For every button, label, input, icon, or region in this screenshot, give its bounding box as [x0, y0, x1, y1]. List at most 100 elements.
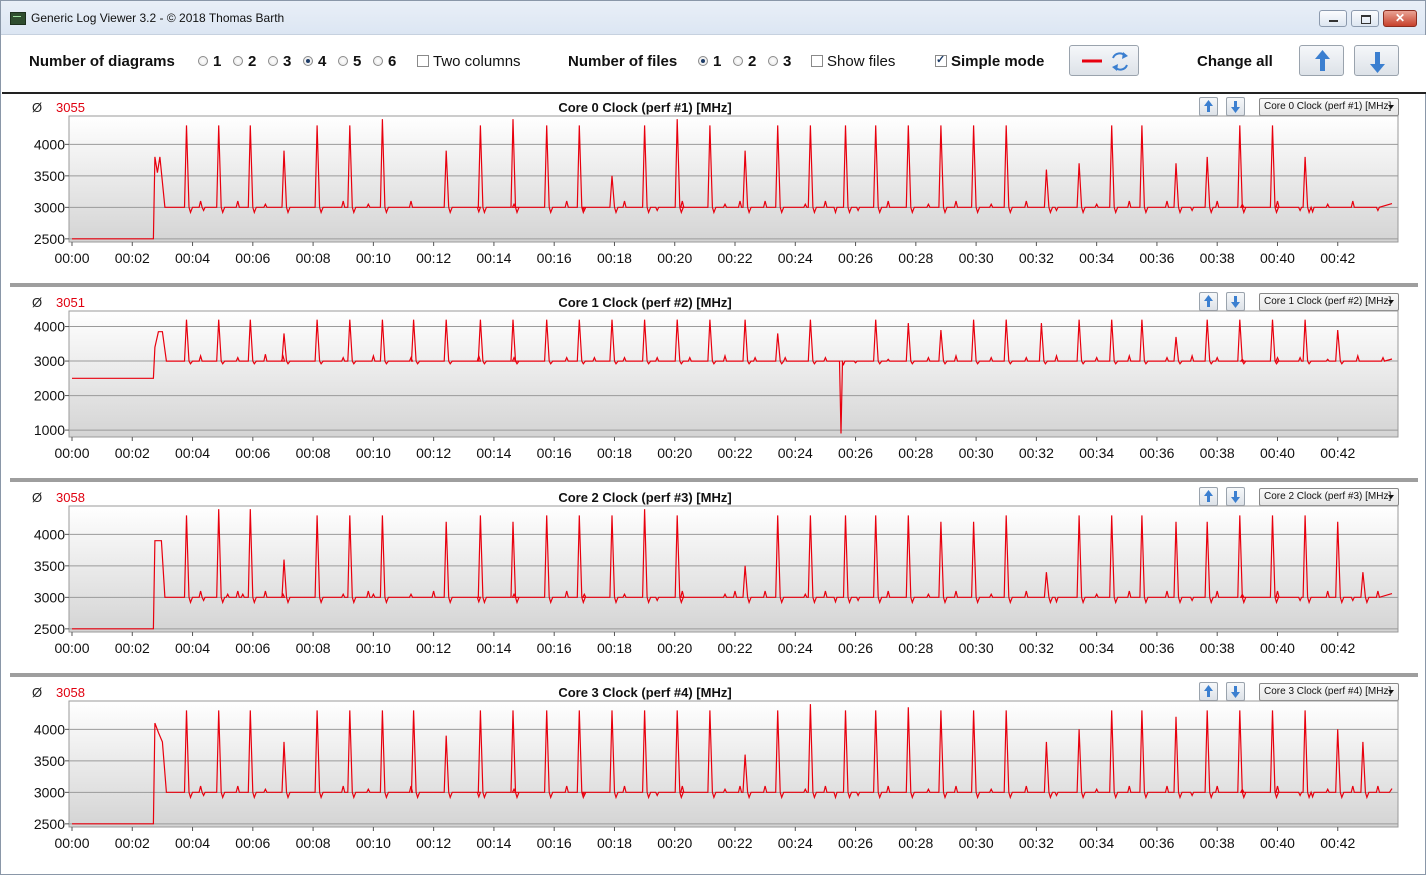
simple-mode-label[interactable]: Simple mode	[951, 53, 1044, 70]
x-tick-label: 00:12	[416, 835, 451, 851]
x-tick-label: 00:02	[115, 835, 150, 851]
x-tick-label: 00:12	[416, 640, 451, 656]
minimize-button[interactable]	[1319, 10, 1347, 27]
diagrams-radio-3[interactable]	[268, 56, 278, 66]
plot-area	[68, 115, 1399, 243]
x-tick-label: 00:08	[296, 250, 331, 266]
x-tick-label: 00:12	[416, 445, 451, 461]
diagrams-option-5-label[interactable]: 5	[353, 53, 361, 70]
x-tick-label: 00:24	[778, 250, 813, 266]
y-tick-label: 3500	[34, 753, 65, 769]
toolbar: Number of diagrams 1 2 3 4 5 6 Two colum…	[2, 35, 1426, 94]
x-tick-label: 00:34	[1079, 250, 1114, 266]
x-tick-label: 00:18	[597, 445, 632, 461]
y-tick-label: 4000	[34, 526, 65, 542]
arrow-up-icon	[1315, 50, 1330, 71]
x-tick-label: 00:18	[597, 640, 632, 656]
x-tick-label: 00:40	[1260, 445, 1295, 461]
diagrams-option-4-label[interactable]: 4	[318, 53, 326, 70]
x-tick-label: 00:26	[838, 250, 873, 266]
plot-area	[68, 310, 1399, 438]
chart-svg[interactable]: 1000 2000 3000 4000 00:00 00:02 00:04 00:06 00:0…	[10, 289, 1418, 479]
x-tick-label: 00:18	[597, 250, 632, 266]
x-tick-label: 00:00	[54, 640, 89, 656]
panel-separator[interactable]	[10, 478, 1418, 482]
arrow-down-icon	[1370, 52, 1385, 73]
x-tick-label: 00:26	[838, 640, 873, 656]
x-tick-label: 00:18	[597, 835, 632, 851]
x-tick-label: 00:42	[1320, 445, 1355, 461]
title-bar[interactable]: Generic Log Viewer 3.2 - © 2018 Thomas B…	[1, 1, 1425, 35]
y-tick-label: 2500	[34, 816, 65, 832]
diagrams-option-2-label[interactable]: 2	[248, 53, 256, 70]
line-color-refresh-button[interactable]	[1069, 45, 1139, 76]
x-tick-label: 00:42	[1320, 835, 1355, 851]
files-option-1-label[interactable]: 1	[713, 53, 721, 70]
diagram-panel-1: Ø 3051 Core 1 Clock (perf #2) [MHz] Core 1 …	[10, 289, 1418, 479]
diagrams-radio-5[interactable]	[338, 56, 348, 66]
x-tick-label: 00:10	[356, 835, 391, 851]
files-radio-2[interactable]	[733, 56, 743, 66]
y-tick-label: 4000	[34, 136, 65, 152]
two-columns-label[interactable]: Two columns	[433, 53, 521, 70]
files-option-2-label[interactable]: 2	[748, 53, 756, 70]
x-tick-label: 00:16	[537, 640, 572, 656]
diagrams-radio-1[interactable]	[198, 56, 208, 66]
move-all-up-button[interactable]	[1299, 45, 1344, 76]
show-files-checkbox[interactable]	[811, 55, 823, 67]
files-radio-1[interactable]	[698, 56, 708, 66]
x-tick-label: 00:22	[717, 835, 752, 851]
y-tick-label: 2000	[34, 388, 65, 404]
x-tick-label: 00:34	[1079, 640, 1114, 656]
close-button[interactable]: ✕	[1383, 10, 1417, 27]
x-tick-label: 00:32	[1019, 640, 1054, 656]
x-tick-label: 00:36	[1139, 250, 1174, 266]
diagrams-option-6-label[interactable]: 6	[388, 53, 396, 70]
y-tick-label: 3500	[34, 558, 65, 574]
x-tick-label: 00:36	[1139, 835, 1174, 851]
simple-mode-checkbox[interactable]	[935, 53, 947, 67]
diagrams-option-1-label[interactable]: 1	[213, 53, 221, 70]
x-tick-label: 00:08	[296, 835, 331, 851]
x-tick-label: 00:30	[959, 835, 994, 851]
x-tick-label: 00:36	[1139, 640, 1174, 656]
x-tick-label: 00:12	[416, 250, 451, 266]
y-tick-label: 3500	[34, 168, 65, 184]
diagrams-radio-2[interactable]	[233, 56, 243, 66]
x-tick-label: 00:04	[175, 835, 210, 851]
y-tick-label: 4000	[34, 319, 65, 335]
x-tick-label: 00:34	[1079, 445, 1114, 461]
panel-separator[interactable]	[10, 673, 1418, 677]
files-option-3-label[interactable]: 3	[783, 53, 791, 70]
show-files-label[interactable]: Show files	[827, 53, 895, 70]
number-of-diagrams-label: Number of diagrams	[29, 53, 175, 70]
panel-separator[interactable]	[10, 283, 1418, 287]
diagram-panel-3: Ø 3058 Core 3 Clock (perf #4) [MHz] Core 3 …	[10, 679, 1418, 869]
x-tick-label: 00:06	[235, 445, 270, 461]
chart-svg[interactable]: 2500 3000 3500 4000 00:00 00:02 00:04 00:06 00:0…	[10, 94, 1418, 284]
y-tick-label: 1000	[34, 422, 65, 438]
x-tick-label: 00:08	[296, 640, 331, 656]
chart-svg[interactable]: 2500 3000 3500 4000 00:00 00:02 00:04 00:06 00:0…	[10, 679, 1418, 869]
x-tick-label: 00:02	[115, 640, 150, 656]
x-tick-label: 00:32	[1019, 445, 1054, 461]
plot-area	[68, 700, 1399, 828]
change-all-label: Change all	[1197, 53, 1273, 70]
diagrams-radio-6[interactable]	[373, 56, 383, 66]
x-tick-label: 00:20	[657, 250, 692, 266]
files-radio-3[interactable]	[768, 56, 778, 66]
diagrams-option-3-label[interactable]: 3	[283, 53, 291, 70]
x-tick-label: 00:38	[1200, 250, 1235, 266]
maximize-button[interactable]	[1351, 10, 1379, 27]
diagrams-radio-4[interactable]	[303, 56, 313, 66]
diagram-panel-0: Ø 3055 Core 0 Clock (perf #1) [MHz] Core 0 …	[10, 94, 1418, 284]
x-tick-label: 00:02	[115, 250, 150, 266]
x-tick-label: 00:40	[1260, 250, 1295, 266]
x-tick-label: 00:40	[1260, 640, 1295, 656]
two-columns-checkbox[interactable]	[417, 55, 429, 67]
y-tick-label: 3000	[34, 199, 65, 215]
move-all-down-button[interactable]	[1354, 45, 1399, 76]
x-tick-label: 00:06	[235, 835, 270, 851]
x-tick-label: 00:00	[54, 835, 89, 851]
chart-svg[interactable]: 2500 3000 3500 4000 00:00 00:02 00:04 00:06 00:0…	[10, 484, 1418, 674]
